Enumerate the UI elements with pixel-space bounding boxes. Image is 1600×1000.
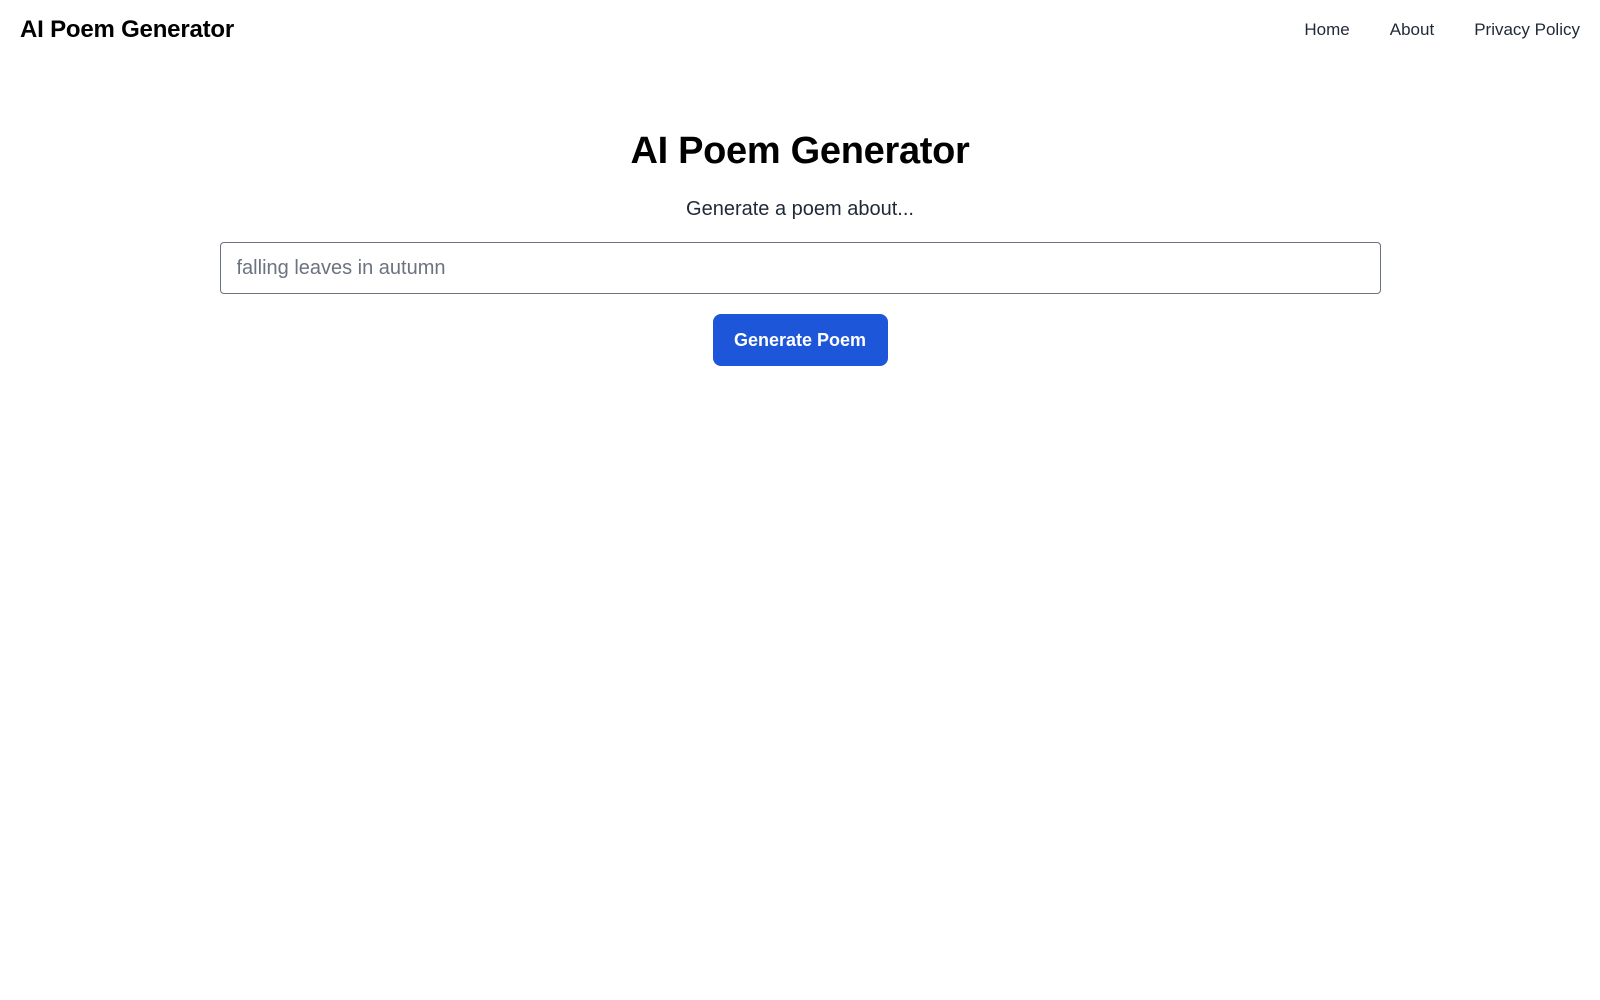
nav-links: Home About Privacy Policy	[1304, 20, 1580, 40]
nav-link-home[interactable]: Home	[1304, 20, 1349, 40]
generate-poem-button[interactable]: Generate Poem	[712, 314, 888, 366]
nav-link-about[interactable]: About	[1390, 20, 1434, 40]
page-title: AI Poem Generator	[630, 130, 970, 172]
nav-link-privacy-policy[interactable]: Privacy Policy	[1474, 20, 1580, 40]
poem-topic-input[interactable]	[219, 242, 1381, 294]
navbar: AI Poem Generator Home About Privacy Pol…	[0, 0, 1600, 60]
prompt-label: Generate a poem about...	[686, 198, 914, 220]
brand-logo-text[interactable]: AI Poem Generator	[20, 16, 234, 44]
main-content: AI Poem Generator Generate a poem about.…	[0, 128, 1600, 366]
